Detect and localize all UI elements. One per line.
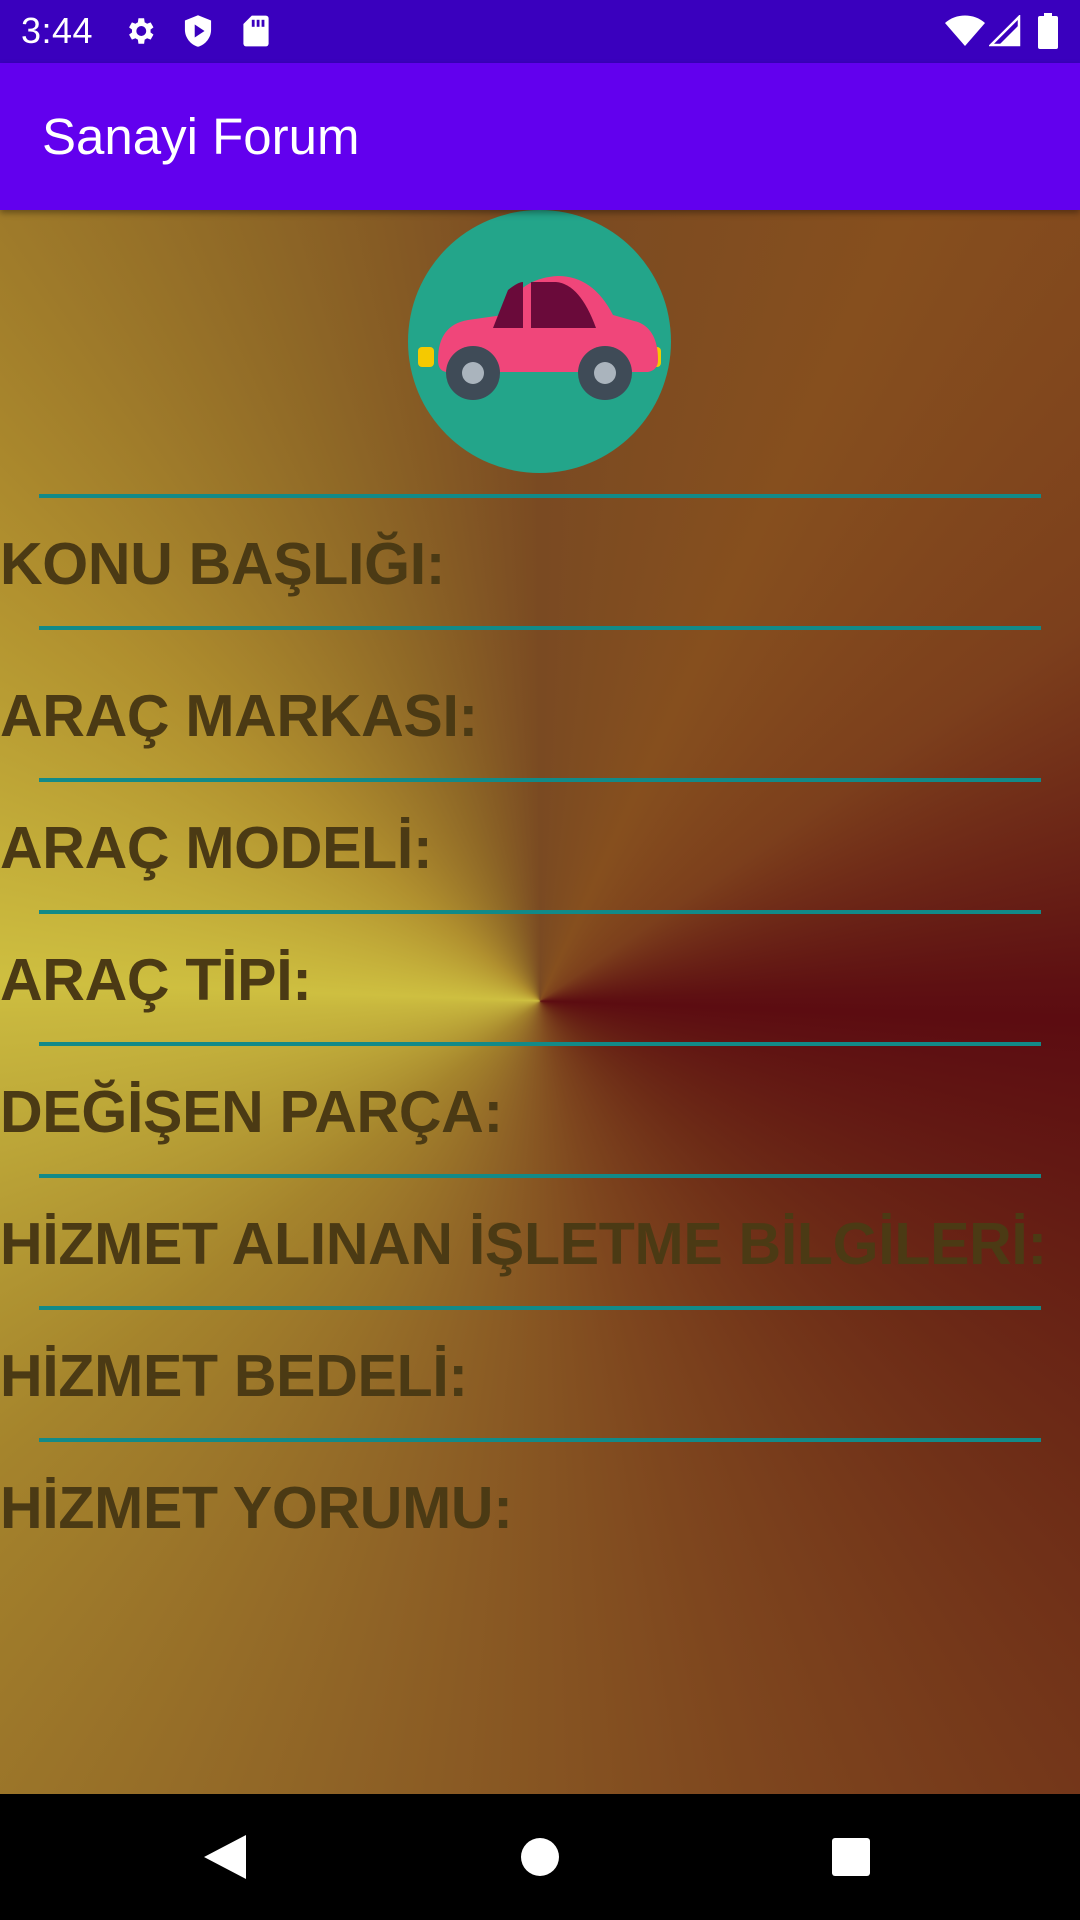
divider — [39, 626, 1041, 630]
home-icon[interactable] — [507, 1824, 573, 1890]
divider — [39, 1438, 1041, 1442]
forum-form: KONU BAŞLIĞI: ARAÇ MARKASI: ARAÇ MODELİ:… — [0, 210, 1080, 1794]
battery-icon — [1036, 13, 1060, 49]
wifi-icon — [944, 13, 986, 49]
app-bar: Sanayi Forum — [0, 63, 1080, 210]
label-arac-tipi: ARAÇ TİPİ: — [0, 947, 312, 1013]
navigation-bar — [0, 1794, 1080, 1920]
divider — [39, 1174, 1041, 1178]
label-arac-modeli: ARAÇ MODELİ: — [0, 815, 433, 881]
car-icon — [418, 276, 661, 400]
back-icon[interactable] — [192, 1824, 258, 1890]
divider — [39, 1042, 1041, 1046]
screen: 3:44 Sanayi Forum KONU BAŞLIĞI: ARAÇ MAR… — [0, 0, 1080, 1920]
label-degisen-parca: DEĞİŞEN PARÇA: — [0, 1079, 503, 1145]
sd-card-icon — [238, 13, 274, 49]
label-hizmet-bedeli: HİZMET BEDELİ: — [0, 1343, 468, 1409]
recents-icon[interactable] — [818, 1824, 884, 1890]
label-arac-markasi: ARAÇ MARKASI: — [0, 683, 478, 749]
signal-icon — [987, 13, 1023, 49]
app-title: Sanayi Forum — [42, 108, 360, 165]
divider — [39, 778, 1041, 782]
shield-play-icon — [180, 13, 216, 49]
gear-icon — [122, 13, 158, 49]
divider — [39, 910, 1041, 914]
label-hizmet-alinan-isletme: HİZMET ALINAN İŞLETME BİLGİLERİ: — [0, 1211, 1047, 1277]
label-hizmet-yorumu: HİZMET YORUMU: — [0, 1475, 513, 1541]
car-avatar[interactable] — [408, 210, 671, 473]
status-time: 3:44 — [21, 10, 94, 51]
divider — [39, 1306, 1041, 1310]
divider — [39, 494, 1041, 498]
label-konu-basligi: KONU BAŞLIĞI: — [0, 531, 446, 597]
status-bar: 3:44 — [0, 0, 1080, 63]
